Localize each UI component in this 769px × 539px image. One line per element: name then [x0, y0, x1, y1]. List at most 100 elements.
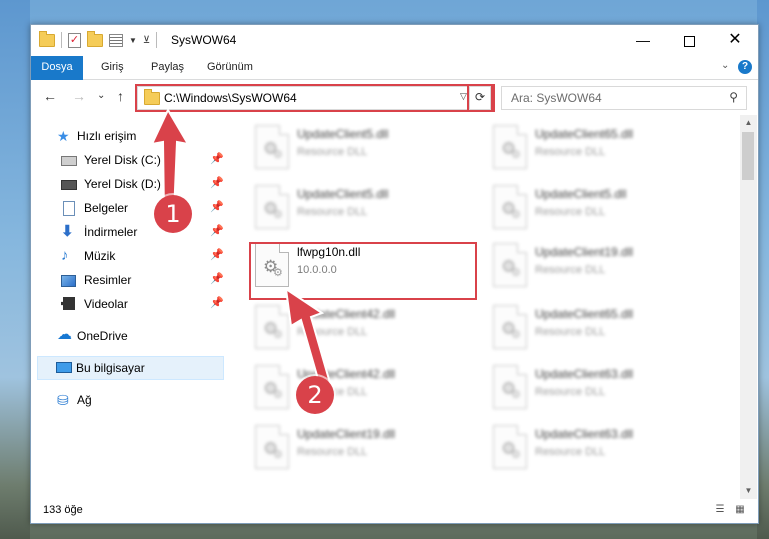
up-button[interactable]: ↑: [117, 88, 124, 104]
sidebar-item-videos[interactable]: Videolar 📌: [31, 293, 224, 315]
step-badge-2: 2: [296, 376, 334, 414]
details-view-icon[interactable]: ☰: [713, 504, 727, 516]
file-item[interactable]: ⚙ ⚙ UpdateClient65.dll Resource DLL: [485, 301, 713, 357]
help-icon[interactable]: ?: [738, 60, 752, 74]
navigation-bar: ← → ⌄ ↑ C:\Windows\SysWOW64 ▽ ⟳ Ara: Sys…: [31, 80, 758, 114]
file-name: UpdateClient5.dll: [535, 187, 627, 201]
search-input[interactable]: Ara: SysWOW64: [511, 91, 602, 105]
file-item[interactable]: ⚙ ⚙ UpdateClient5.dll Resource DLL: [247, 181, 475, 237]
pin-icon[interactable]: 📌: [210, 224, 224, 237]
sidebar-item-label: İndirmeler: [84, 225, 138, 239]
dll-file-icon: ⚙ ⚙: [493, 365, 527, 409]
file-description: Resource DLL: [535, 386, 606, 398]
sidebar-item-pictures[interactable]: Resimler 📌: [31, 269, 224, 291]
file-name: UpdateClient65.dll: [535, 127, 634, 141]
file-name: UpdateClient5.dll: [297, 127, 389, 141]
pin-icon[interactable]: 📌: [210, 200, 224, 213]
expand-ribbon-icon[interactable]: ⌄: [721, 60, 729, 71]
sidebar-item-downloads[interactable]: ⬇ İndirmeler 📌: [31, 221, 224, 243]
divider: [61, 32, 62, 48]
dll-file-icon: ⚙ ⚙: [493, 125, 527, 169]
forward-button[interactable]: →: [72, 88, 86, 104]
tab-share[interactable]: Paylaş: [151, 56, 184, 79]
recent-locations-button[interactable]: ⌄: [97, 90, 105, 101]
file-name: UpdateClient19.dll: [297, 427, 396, 441]
maximize-icon: [683, 35, 695, 47]
pin-icon[interactable]: 📌: [210, 272, 224, 285]
minimize-button[interactable]: —: [620, 25, 666, 56]
pin-icon[interactable]: 📌: [210, 296, 224, 309]
dll-file-icon: ⚙ ⚙: [493, 185, 527, 229]
search-icon[interactable]: ⚲: [729, 90, 738, 104]
pin-icon[interactable]: 📌: [210, 152, 224, 165]
item-count: 133 öğe: [43, 504, 83, 516]
file-description: Resource DLL: [535, 326, 606, 338]
file-description: Resource DLL: [297, 446, 368, 458]
sidebar-item-label: Videolar: [84, 297, 128, 311]
sidebar-item-this-pc[interactable]: Bu bilgisayar: [37, 356, 224, 380]
file-item[interactable]: ⚙ ⚙ UpdateClient19.dll Resource DLL: [247, 421, 475, 477]
file-description: Resource DLL: [535, 206, 606, 218]
documents-icon: [63, 201, 75, 216]
tab-view[interactable]: Görünüm: [207, 56, 253, 79]
ribbon-tabs: Dosya Giriş Paylaş Görünüm ⌄ ?: [31, 56, 758, 112]
folder-icon: [39, 30, 55, 47]
file-item[interactable]: ⚙ ⚙ UpdateClient19.dll Resource DLL: [485, 239, 713, 295]
file-description: Resource DLL: [535, 446, 606, 458]
tab-home[interactable]: Giriş: [101, 56, 124, 79]
desktop-background-left: [0, 0, 30, 539]
new-folder-icon[interactable]: [87, 30, 103, 47]
properties-icon[interactable]: [109, 33, 123, 47]
explorer-window: ✓ ▼ ⊻ SysWOW64 — ✕ Dosya Giriş Paylaş Gö…: [30, 24, 759, 524]
star-icon: ★: [57, 128, 70, 144]
vertical-scrollbar[interactable]: ▲ ▼: [740, 115, 757, 499]
file-name: UpdateClient5.dll: [297, 187, 389, 201]
maximize-button[interactable]: [666, 25, 712, 56]
refresh-highlight-box: [467, 84, 493, 112]
file-description: Resource DLL: [297, 206, 368, 218]
dll-file-icon: ⚙ ⚙: [493, 425, 527, 469]
file-item[interactable]: ⚙ ⚙ UpdateClient5.dll Resource DLL: [247, 121, 475, 177]
file-item[interactable]: ⚙ ⚙ UpdateClient63.dll Resource DLL: [485, 421, 713, 477]
close-button[interactable]: ✕: [712, 25, 758, 56]
sidebar-item-label: Müzik: [84, 249, 116, 263]
downloads-icon: ⬇: [61, 223, 74, 240]
network-icon: ⛁: [57, 392, 69, 408]
sidebar-item-label: OneDrive: [77, 329, 128, 343]
videos-icon: [61, 297, 75, 310]
search-box[interactable]: Ara: SysWOW64 ⚲: [501, 86, 747, 110]
pin-icon[interactable]: 📌: [210, 176, 224, 189]
drive-icon: [61, 180, 77, 190]
file-item[interactable]: ⚙ ⚙ UpdateClient65.dll Resource DLL: [485, 121, 713, 177]
customize-qat-icon[interactable]: ⊻: [143, 35, 150, 46]
back-button[interactable]: ←: [43, 88, 57, 104]
file-description: Resource DLL: [535, 146, 606, 158]
file-description: Resource DLL: [297, 146, 368, 158]
sidebar-item-label: Ağ: [77, 393, 92, 407]
chevron-down-icon[interactable]: ▼: [129, 36, 137, 45]
dll-file-icon: ⚙ ⚙: [255, 425, 289, 469]
status-bar: 133 öğe ☰ ▦: [31, 499, 758, 523]
cloud-icon: ☁: [57, 326, 72, 343]
drive-icon: [61, 156, 77, 166]
file-name: UpdateClient65.dll: [535, 307, 634, 321]
scroll-down-arrow-icon[interactable]: ▼: [740, 483, 757, 499]
sidebar-item-music[interactable]: ♪ Müzik 📌: [31, 245, 224, 267]
large-icons-view-icon[interactable]: ▦: [733, 504, 747, 516]
file-item[interactable]: ⚙ ⚙ UpdateClient5.dll Resource DLL: [485, 181, 713, 237]
scrollbar-thumb[interactable]: [742, 132, 754, 180]
file-name: UpdateClient63.dll: [535, 367, 634, 381]
dll-file-icon: ⚙ ⚙: [493, 243, 527, 287]
sidebar-item-network[interactable]: ⛁ Ağ: [31, 389, 224, 411]
sidebar-item-onedrive[interactable]: ☁ OneDrive: [31, 325, 224, 347]
pin-icon[interactable]: 📌: [210, 248, 224, 261]
dll-file-icon: ⚙ ⚙: [255, 125, 289, 169]
computer-icon: [56, 362, 72, 373]
file-name: UpdateClient19.dll: [535, 245, 634, 259]
step-badge-1: 1: [154, 195, 192, 233]
properties-check-icon[interactable]: ✓: [68, 32, 81, 48]
scroll-up-arrow-icon[interactable]: ▲: [740, 115, 757, 131]
arrow-shape: [284, 286, 332, 388]
music-icon: ♪: [61, 247, 69, 264]
file-item[interactable]: ⚙ ⚙ UpdateClient63.dll Resource DLL: [485, 361, 713, 417]
